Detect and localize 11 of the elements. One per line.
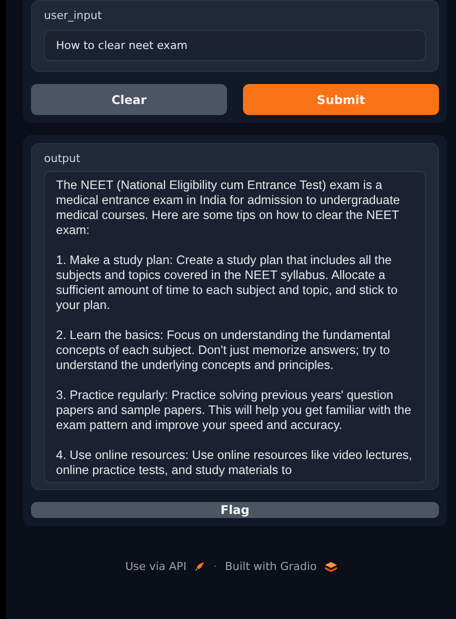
input-field[interactable]: How to clear neet exam bbox=[44, 30, 426, 61]
rocket-icon bbox=[194, 561, 206, 572]
logo-icon bbox=[324, 562, 337, 572]
api-link[interactable]: Use via API bbox=[125, 560, 186, 573]
input-label: user_input bbox=[44, 9, 103, 22]
flag-button[interactable]: Flag bbox=[31, 502, 439, 518]
output-text: The NEET (National Eligibility cum Entrance Test) exam is a medical entrance exam in India for admission to undergraduate medical courses. Here are some tips on how to clear the NEET exam: 1. Make a study plan: Create a study plan that includes all the subjects and topics covered in the NEET syllabus. Allocate a sufficient amount of time to each subject and topic, and stick to your plan. 2. Learn the basics: Focus on understanding the fundamental concepts of each subject. Don't just memorize answers; try to understand the underlying concepts and principles. 3. Practice regularly: Practice solving previous years' question papers and sample papers. This will help you get familiar with the exam pattern and improve your speed and accuracy. 4. Use online resources: Use online resources like video lectures, online practice tests, and study materials to bbox=[44, 171, 426, 483]
gradio-link[interactable]: Built with Gradio bbox=[224, 560, 317, 573]
output-label: output bbox=[44, 152, 82, 165]
clear-button[interactable]: Clear bbox=[31, 84, 227, 115]
separator: · bbox=[213, 560, 217, 573]
